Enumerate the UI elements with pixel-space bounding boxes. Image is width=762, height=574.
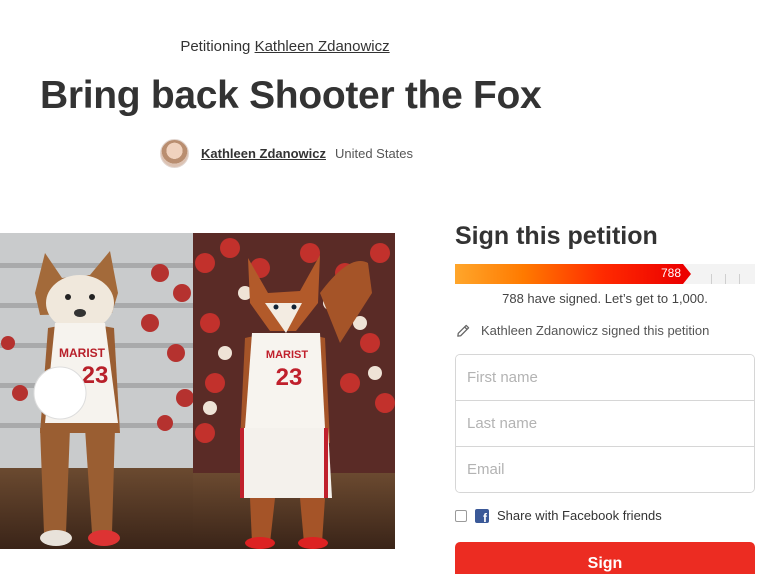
progress-tick bbox=[739, 274, 740, 284]
petition-photo: MARIST 23 MARIST 23 bbox=[0, 233, 395, 549]
share-facebook-label[interactable]: Share with Facebook friends bbox=[497, 508, 662, 523]
email-input[interactable] bbox=[456, 447, 754, 492]
facebook-share-row: f Share with Facebook friends bbox=[455, 508, 662, 523]
progress-tick bbox=[711, 274, 712, 284]
sign-petition-heading: Sign this petition bbox=[455, 222, 658, 250]
sign-form bbox=[455, 354, 755, 493]
right-jersey-text: MARIST bbox=[266, 349, 308, 361]
author-avatar[interactable] bbox=[160, 139, 189, 168]
signed-summary: 788 have signed. Let’s get to 1,000. bbox=[502, 291, 708, 306]
sign-button[interactable]: Sign bbox=[455, 542, 755, 574]
facebook-icon: f bbox=[475, 508, 489, 523]
petitioning-line: Petitioning Kathleen Zdanowicz bbox=[0, 38, 570, 55]
progress-arrow bbox=[683, 264, 691, 284]
recent-signer-text: Kathleen Zdanowicz signed this petition bbox=[481, 323, 710, 338]
right-jersey-number: 23 bbox=[276, 364, 303, 391]
mascot-photo-image: MARIST 23 MARIST 23 bbox=[0, 233, 395, 549]
last-name-input[interactable] bbox=[456, 401, 754, 447]
first-name-input[interactable] bbox=[456, 355, 754, 401]
share-facebook-checkbox[interactable] bbox=[455, 509, 467, 522]
signature-progress-bar: 788 bbox=[455, 264, 755, 284]
petitioning-prefix: Petitioning bbox=[180, 38, 251, 55]
recent-signer-row: Kathleen Zdanowicz signed this petition bbox=[455, 322, 709, 339]
pencil-icon bbox=[457, 324, 470, 337]
petition-target-link[interactable]: Kathleen Zdanowicz bbox=[255, 38, 390, 55]
progress-count: 788 bbox=[660, 266, 681, 280]
left-jersey-text: MARIST bbox=[59, 346, 106, 360]
author-name-link[interactable]: Kathleen Zdanowicz bbox=[201, 146, 326, 161]
petition-title: Bring back Shooter the Fox bbox=[40, 74, 542, 117]
progress-tick bbox=[725, 274, 726, 284]
progress-fill bbox=[455, 264, 683, 284]
author-row: Kathleen Zdanowicz United States bbox=[160, 139, 413, 168]
left-jersey-number: 23 bbox=[82, 362, 109, 389]
author-location: United States bbox=[334, 146, 414, 161]
